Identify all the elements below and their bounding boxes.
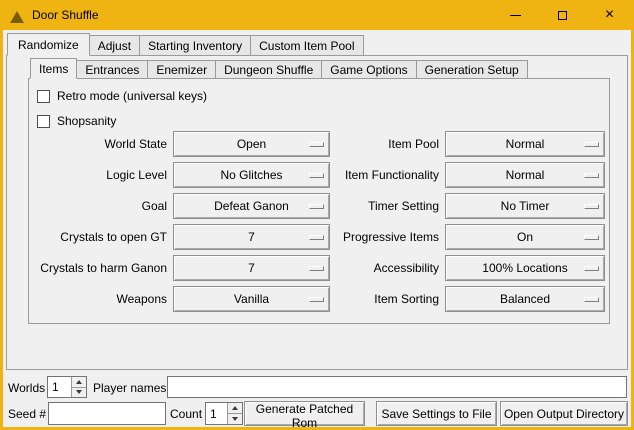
items-panel: Retro mode (universal keys) Shopsanity W… — [28, 78, 610, 324]
count-spinner[interactable]: 1 — [205, 402, 243, 425]
worlds-spin-arrows — [71, 377, 86, 397]
outer-tab-bar: Randomize Adjust Starting Inventory Cust… — [7, 33, 364, 56]
shopsanity-checkbox[interactable] — [37, 115, 50, 128]
dropdown-indicator-icon — [584, 266, 599, 271]
count-spin-up-icon[interactable] — [227, 403, 242, 414]
label-progressive-items: Progressive Items — [336, 224, 439, 250]
close-icon: × — [605, 7, 614, 23]
options-grid: World State Open Item Pool Normal Logic … — [35, 131, 605, 312]
player-names-input[interactable] — [167, 376, 627, 398]
dropdown-crystals-harm-ganon[interactable]: 7 — [173, 255, 330, 281]
dropdown-item-pool[interactable]: Normal — [445, 131, 605, 157]
label-logic-level: Logic Level — [35, 162, 167, 188]
dropdown-item-sorting[interactable]: Balanced — [445, 286, 605, 312]
tab-randomize[interactable]: Randomize — [7, 33, 90, 56]
dropdown-goal[interactable]: Defeat Ganon — [173, 193, 330, 219]
tab-game-options[interactable]: Game Options — [321, 60, 416, 79]
dropdown-indicator-icon — [584, 204, 599, 209]
worlds-label: Worlds — [8, 377, 45, 399]
tab-enemizer[interactable]: Enemizer — [147, 60, 216, 79]
dropdown-item-functionality[interactable]: Normal — [445, 162, 605, 188]
close-button[interactable]: × — [586, 0, 633, 30]
tab-entrances[interactable]: Entrances — [76, 60, 148, 79]
dropdown-crystals-open-gt[interactable]: 7 — [173, 224, 330, 250]
open-output-directory-button[interactable]: Open Output Directory — [500, 401, 628, 426]
retro-mode-checkbox[interactable] — [37, 90, 50, 103]
label-weapons: Weapons — [35, 286, 167, 312]
label-crystals-harm-ganon: Crystals to harm Ganon — [35, 255, 167, 281]
count-label: Count — [170, 403, 202, 425]
shopsanity-label: Shopsanity — [57, 114, 116, 128]
count-spin-down-icon[interactable] — [227, 414, 242, 424]
window-controls: × — [492, 0, 633, 30]
dropdown-indicator-icon — [309, 142, 324, 147]
tab-dungeon-shuffle[interactable]: Dungeon Shuffle — [215, 60, 322, 79]
seed-label: Seed # — [8, 403, 46, 425]
maximize-icon — [558, 11, 567, 20]
app-icon[interactable] — [9, 7, 25, 23]
dropdown-indicator-icon — [584, 297, 599, 302]
dropdown-indicator-icon — [309, 266, 324, 271]
dropdown-indicator-icon — [584, 235, 599, 240]
tab-adjust[interactable]: Adjust — [89, 35, 140, 56]
label-goal: Goal — [35, 193, 167, 219]
triforce-icon — [10, 11, 24, 23]
window: Door Shuffle × Randomize Adjust Starting… — [0, 0, 634, 430]
save-settings-button[interactable]: Save Settings to File — [376, 401, 497, 426]
count-value: 1 — [206, 403, 227, 424]
checkbox-row-retro-mode[interactable]: Retro mode (universal keys) — [37, 87, 207, 105]
seed-input[interactable] — [48, 402, 166, 425]
label-crystals-open-gt: Crystals to open GT — [35, 224, 167, 250]
player-names-label: Player names — [93, 377, 166, 399]
minimize-icon — [510, 15, 521, 16]
count-spin-arrows — [227, 403, 242, 424]
label-accessibility: Accessibility — [336, 255, 439, 281]
minimize-button[interactable] — [492, 0, 539, 30]
label-item-functionality: Item Functionality — [336, 162, 439, 188]
label-item-sorting: Item Sorting — [336, 286, 439, 312]
tab-generation-setup[interactable]: Generation Setup — [416, 60, 528, 79]
worlds-spin-up-icon[interactable] — [71, 377, 86, 388]
tab-custom-item-pool[interactable]: Custom Item Pool — [250, 35, 363, 56]
dropdown-indicator-icon — [309, 204, 324, 209]
checkbox-row-shopsanity[interactable]: Shopsanity — [37, 112, 116, 130]
window-title: Door Shuffle — [32, 8, 99, 22]
retro-mode-label: Retro mode (universal keys) — [57, 89, 207, 103]
dropdown-logic-level[interactable]: No Glitches — [173, 162, 330, 188]
titlebar: Door Shuffle × — [0, 0, 634, 30]
dropdown-indicator-icon — [309, 173, 324, 178]
label-item-pool: Item Pool — [336, 131, 439, 157]
dropdown-weapons[interactable]: Vanilla — [173, 286, 330, 312]
dropdown-progressive-items[interactable]: On — [445, 224, 605, 250]
dropdown-indicator-icon — [584, 173, 599, 178]
dropdown-indicator-icon — [584, 142, 599, 147]
tab-starting-inventory[interactable]: Starting Inventory — [139, 35, 251, 56]
dropdown-indicator-icon — [309, 235, 324, 240]
dropdown-world-state[interactable]: Open — [173, 131, 330, 157]
inner-tab-bar: Items Entrances Enemizer Dungeon Shuffle… — [30, 58, 528, 79]
dropdown-accessibility[interactable]: 100% Locations — [445, 255, 605, 281]
maximize-button[interactable] — [539, 0, 586, 30]
worlds-spinner[interactable]: 1 — [47, 376, 87, 398]
label-world-state: World State — [35, 131, 167, 157]
dropdown-timer-setting[interactable]: No Timer — [445, 193, 605, 219]
generate-patched-rom-button[interactable]: Generate Patched Rom — [244, 401, 365, 426]
tab-items[interactable]: Items — [30, 58, 77, 79]
client-area: Randomize Adjust Starting Inventory Cust… — [3, 30, 631, 427]
worlds-value: 1 — [48, 377, 71, 397]
dropdown-indicator-icon — [309, 297, 324, 302]
label-timer-setting: Timer Setting — [336, 193, 439, 219]
worlds-spin-down-icon[interactable] — [71, 388, 86, 398]
